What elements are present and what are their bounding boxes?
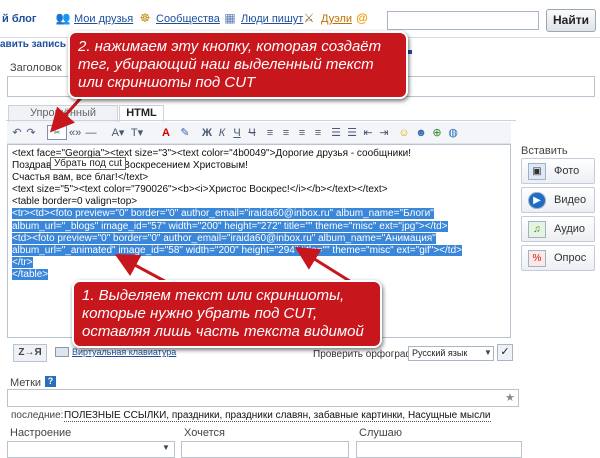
callout-step-1: 1. Выделяем текст или скриншоты, которые… — [72, 280, 382, 348]
callout-step-2: 2. нажимаем эту кнопку, которая создаёт … — [68, 31, 408, 99]
